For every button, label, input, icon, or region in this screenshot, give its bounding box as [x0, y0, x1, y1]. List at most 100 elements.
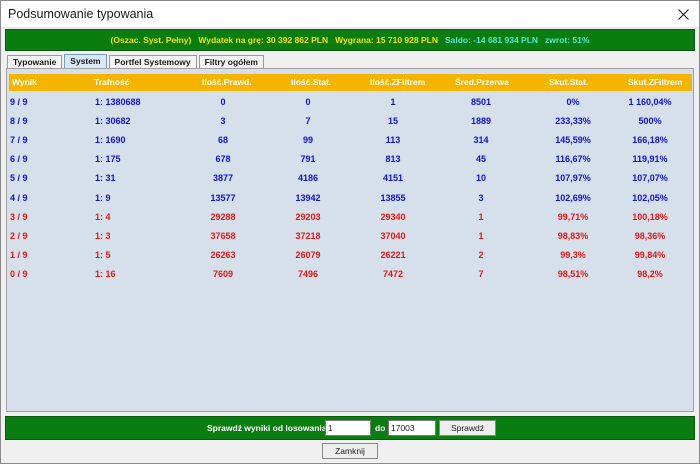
- results-panel: Wynik Trafność Ilość.Prawd. Ilość.Stat. …: [6, 68, 694, 412]
- cell-wynik: 8 / 9: [10, 116, 28, 127]
- cell-ilosc-zfiltrem: 29340: [380, 211, 406, 222]
- cell-skut-stat: 99,71%: [557, 211, 589, 222]
- check-label: Sprawdź wyniki od losowania:: [207, 423, 330, 433]
- summary-system-type: (Oszac. Syst. Pełny): [110, 35, 192, 45]
- cell-trafnosc: 1: 30682: [95, 116, 131, 127]
- cell-sred-przerwa: 1889: [470, 116, 492, 127]
- cell-skut-stat: 98,51%: [557, 268, 589, 279]
- tab-system[interactable]: System: [64, 54, 107, 68]
- cell-ilosc-prawd: 29288: [210, 211, 236, 222]
- tab-portfel-systemowy[interactable]: Portfel Systemowy: [108, 55, 197, 68]
- cell-skut-zfiltrem: 107,07%: [632, 173, 668, 184]
- header-ilosc-zfiltrem: Ilość.ZFiltrem: [370, 77, 426, 87]
- summary-balance: Saldo: -14 681 934 PLN: [444, 35, 539, 45]
- tab-typowanie[interactable]: Typowanie: [7, 55, 63, 68]
- table-row: 5 / 9 1: 31 3877 4186 4151 10 107,97% 107,07%: [7, 173, 693, 191]
- cell-sred-przerwa: 7: [478, 268, 484, 279]
- cell-ilosc-stat: 99: [302, 135, 313, 146]
- cell-trafnosc: 1: 31: [95, 173, 116, 184]
- cell-wynik: 5 / 9: [10, 173, 28, 184]
- tab-filtry-ogolem[interactable]: Filtry ogółem: [198, 55, 264, 68]
- cell-trafnosc: 1: 9: [95, 192, 111, 203]
- cell-ilosc-zfiltrem: 26221: [380, 249, 406, 260]
- cell-trafnosc: 1: 4: [95, 211, 111, 222]
- cell-skut-stat: 116,67%: [555, 154, 591, 165]
- header-ilosc-stat: Ilość.Stat.: [291, 77, 332, 87]
- cell-sred-przerwa: 8501: [470, 97, 492, 107]
- cell-ilosc-stat: 7496: [297, 268, 319, 279]
- cell-ilosc-stat: 4186: [297, 173, 319, 184]
- cell-ilosc-prawd: 37658: [210, 230, 236, 241]
- cell-sred-przerwa: 314: [473, 135, 489, 146]
- window-title: Podsumowanie typowania: [8, 7, 154, 21]
- cell-sred-przerwa: 45: [475, 154, 486, 165]
- cell-ilosc-stat: 0: [305, 97, 311, 107]
- header-skut-zfiltrem: Skut.ZFiltrem: [628, 77, 683, 87]
- cell-ilosc-stat: 13942: [295, 192, 321, 203]
- cell-skut-stat: 99,3%: [560, 249, 586, 260]
- cell-ilosc-prawd: 26263: [210, 249, 236, 260]
- cell-trafnosc: 1: 175: [95, 154, 121, 165]
- cell-ilosc-zfiltrem: 113: [385, 135, 401, 146]
- cell-skut-stat: 0%: [566, 97, 580, 107]
- cell-skut-stat: 102,69%: [555, 192, 591, 203]
- cell-ilosc-prawd: 3877: [212, 173, 234, 184]
- cell-skut-zfiltrem: 166,18%: [632, 135, 668, 146]
- cell-skut-zfiltrem: 98,2%: [637, 268, 663, 279]
- table-row: 2 / 9 1: 3 37658 37218 37040 1 98,83% 98,36%: [7, 231, 693, 249]
- cell-trafnosc: 1: 16: [95, 268, 116, 279]
- summary-return: zwrot: 51%: [545, 35, 590, 45]
- cell-wynik: 2 / 9: [10, 230, 28, 241]
- cell-wynik: 4 / 9: [10, 192, 28, 203]
- table-row: 1 / 9 1: 5 26263 26079 26221 2 99,3% 99,84%: [7, 250, 693, 268]
- cell-trafnosc: 1: 1380688: [95, 97, 141, 107]
- summary-cost: Wydatek na grę: 30 392 862 PLN: [198, 35, 329, 45]
- close-dialog-button[interactable]: Zamknij: [322, 443, 378, 459]
- check-button[interactable]: Sprawdź: [439, 420, 496, 436]
- cell-sred-przerwa: 2: [478, 249, 484, 260]
- cell-sred-przerwa: 3: [478, 192, 484, 203]
- cell-ilosc-zfiltrem: 4151: [382, 173, 404, 184]
- cell-ilosc-stat: 26079: [295, 249, 321, 260]
- cell-skut-zfiltrem: 98,36%: [634, 230, 666, 241]
- cell-ilosc-zfiltrem: 37040: [380, 230, 406, 241]
- cell-ilosc-stat: 29203: [295, 211, 321, 222]
- cell-ilosc-stat: 7: [305, 116, 311, 127]
- cell-skut-zfiltrem: 119,91%: [632, 154, 668, 165]
- cell-wynik: 3 / 9: [10, 211, 28, 222]
- cell-ilosc-prawd: 678: [215, 154, 231, 165]
- header-ilosc-prawd: Ilość.Prawd.: [202, 77, 252, 87]
- table-row: 0 / 9 1: 16 7609 7496 7472 7 98,51% 98,2%: [7, 269, 693, 287]
- cell-trafnosc: 1: 5: [95, 249, 111, 260]
- table-row: 7 / 9 1: 1690 68 99 113 314 145,59% 166,18%: [7, 135, 693, 153]
- cell-ilosc-prawd: 3: [220, 116, 226, 127]
- cell-skut-stat: 98,83%: [557, 230, 589, 241]
- cell-wynik: 0 / 9: [10, 268, 28, 279]
- tab-bar: Typowanie System Portfel Systemowy Filtr…: [7, 54, 266, 68]
- table-row: 6 / 9 1: 175 678 791 813 45 116,67% 119,91%: [7, 154, 693, 172]
- cell-ilosc-zfiltrem: 13855: [380, 192, 406, 203]
- cell-ilosc-prawd: 68: [217, 135, 228, 146]
- cell-sred-przerwa: 1: [478, 211, 484, 222]
- check-bar: Sprawdź wyniki od losowania: do Sprawdź: [5, 416, 695, 440]
- cell-wynik: 1 / 9: [10, 249, 28, 260]
- cell-sred-przerwa: 10: [475, 173, 486, 184]
- cell-wynik: 9 / 9: [10, 97, 28, 107]
- to-label: do: [375, 423, 386, 433]
- cell-skut-zfiltrem: 102,05%: [632, 192, 668, 203]
- to-draw-input[interactable]: [388, 420, 436, 436]
- cell-skut-zfiltrem: 1 160,04%: [628, 97, 672, 107]
- header-wynik: Wynik: [12, 77, 37, 87]
- cell-ilosc-prawd: 13577: [210, 192, 236, 203]
- window-close-button[interactable]: [667, 1, 699, 27]
- header-skut-stat: Skut.Stat.: [549, 77, 589, 87]
- cell-wynik: 6 / 9: [10, 154, 28, 165]
- cell-skut-zfiltrem: 100,18%: [632, 211, 668, 222]
- table-row: 3 / 9 1: 4 29288 29203 29340 1 99,71% 100,18%: [7, 212, 693, 230]
- header-sred-przerwa: Śred.Przerwa: [455, 77, 509, 87]
- cell-ilosc-stat: 791: [300, 154, 316, 165]
- from-draw-input[interactable]: [325, 420, 371, 436]
- header-trafnosc: Trafność: [94, 77, 130, 87]
- cell-skut-stat: 233,33%: [555, 116, 591, 127]
- cell-ilosc-zfiltrem: 1: [390, 97, 396, 107]
